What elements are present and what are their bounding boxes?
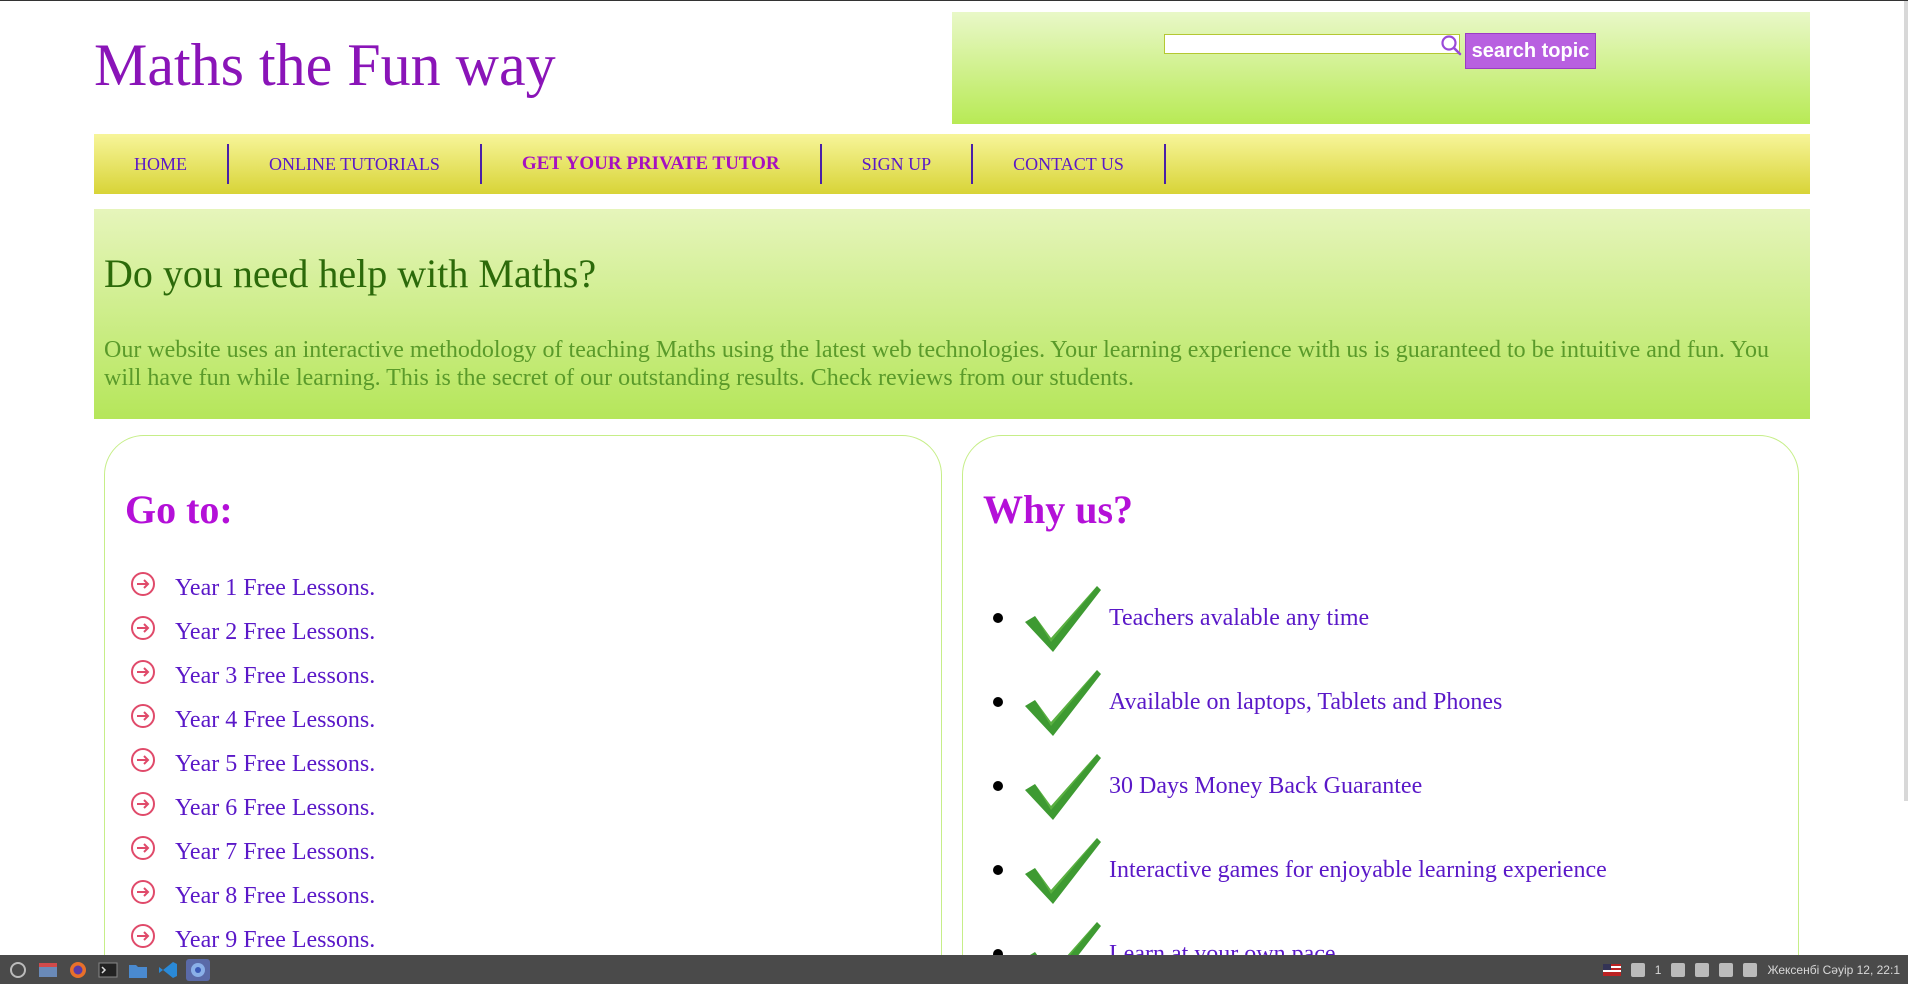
lesson-link-year-2[interactable]: Year 2 Free Lessons. <box>129 610 375 654</box>
system-tray: 1 Жексенбі Сәуір 12, 22:1 <box>1602 955 1900 984</box>
why-us-label: Teachers avalable any time <box>1109 604 1370 631</box>
web-page: Maths the Fun way search topic HOME ONLI… <box>0 1 1908 955</box>
lesson-label[interactable]: Year 3 Free Lessons. <box>175 663 375 690</box>
circle-arrow-icon <box>131 748 155 772</box>
lesson-label[interactable]: Year 7 Free Lessons. <box>175 839 375 866</box>
circle-arrow-icon <box>131 880 155 904</box>
nav-private-tutor[interactable]: GET YOUR PRIVATE TUTOR <box>482 144 822 184</box>
chromium-icon[interactable] <box>186 958 210 981</box>
why-us-heading: Why us? <box>983 487 1134 532</box>
lesson-link-year-1[interactable]: Year 1 Free Lessons. <box>129 566 375 610</box>
circle-arrow-icon <box>131 836 155 860</box>
main-nav: HOME ONLINE TUTORIALS GET YOUR PRIVATE T… <box>94 134 1810 194</box>
why-us-label: 30 Days Money Back Guarantee <box>1109 772 1423 799</box>
lesson-link-year-7[interactable]: Year 7 Free Lessons. <box>129 830 375 874</box>
lesson-link-year-6[interactable]: Year 6 Free Lessons. <box>129 786 375 830</box>
circle-arrow-icon <box>131 572 155 596</box>
checkmark-icon <box>1025 670 1101 736</box>
nav-contact-us[interactable]: CONTACT US <box>973 144 1166 184</box>
why-us-label: Available on laptops, Tablets and Phones <box>1109 688 1503 715</box>
flag-icon[interactable] <box>1602 963 1621 976</box>
lesson-label[interactable]: Year 4 Free Lessons. <box>175 707 375 734</box>
why-us-item: Interactive games for enjoyable learning… <box>993 828 1607 912</box>
lesson-link-year-5[interactable]: Year 5 Free Lessons. <box>129 742 375 786</box>
bullet <box>993 697 1003 707</box>
why-us-item: Learn at your own pace <box>993 912 1607 955</box>
banner-text: Our website uses an interactive methodol… <box>104 337 1769 391</box>
terminal-icon[interactable] <box>96 959 120 981</box>
intro-banner: Do you need help with Maths? Our website… <box>94 209 1810 419</box>
why-us-label: Interactive games for enjoyable learning… <box>1109 856 1607 883</box>
lesson-link-year-9[interactable]: Year 9 Free Lessons. <box>129 918 375 955</box>
page-scrollbar[interactable] <box>1904 1 1908 801</box>
search-panel: search topic <box>952 12 1810 124</box>
goto-panel: Go to: Year 1 Free Lessons. Year 2 Free … <box>104 435 942 955</box>
checkmark-icon <box>1025 586 1101 652</box>
lesson-label[interactable]: Year 1 Free Lessons. <box>175 575 375 602</box>
lesson-link-year-3[interactable]: Year 3 Free Lessons. <box>129 654 375 698</box>
device-icon[interactable] <box>1671 962 1686 977</box>
banner-heading: Do you need help with Maths? <box>104 251 597 296</box>
lesson-label[interactable]: Year 2 Free Lessons. <box>175 619 375 646</box>
checkmark-icon <box>1030 922 1101 955</box>
lesson-link-year-8[interactable]: Year 8 Free Lessons. <box>129 874 375 918</box>
files-icon[interactable] <box>36 959 60 981</box>
wifi-icon[interactable] <box>1695 962 1710 977</box>
circle-arrow-icon <box>131 616 155 640</box>
taskbar: 1 Жексенбі Сәуір 12, 22:1 <box>0 955 1908 984</box>
bullet <box>993 781 1003 791</box>
search-topic-button[interactable]: search topic <box>1465 33 1596 69</box>
lesson-link-year-4[interactable]: Year 4 Free Lessons. <box>129 698 375 742</box>
lesson-label[interactable]: Year 6 Free Lessons. <box>175 795 375 822</box>
circle-arrow-icon <box>131 924 155 948</box>
lesson-label[interactable]: Year 5 Free Lessons. <box>175 751 375 778</box>
nav-sign-up[interactable]: SIGN UP <box>822 144 974 184</box>
lesson-label[interactable]: Year 9 Free Lessons. <box>175 927 375 954</box>
bullet <box>993 865 1003 875</box>
music-icon[interactable] <box>1719 962 1734 977</box>
circle-arrow-icon <box>131 792 155 816</box>
menu-icon[interactable] <box>6 959 30 981</box>
why-us-panel: Why us? Teachers avalable any time Avail… <box>962 435 1799 955</box>
why-us-list: Teachers avalable any time Available on … <box>993 576 1607 955</box>
why-us-item: Available on laptops, Tablets and Phones <box>993 660 1607 744</box>
search-input[interactable] <box>1164 34 1460 54</box>
folder-icon[interactable] <box>126 959 150 981</box>
checkmark-icon <box>1025 754 1101 820</box>
goto-heading: Go to: <box>125 487 233 532</box>
nav-online-tutorials[interactable]: ONLINE TUTORIALS <box>229 144 482 184</box>
firefox-icon[interactable] <box>66 959 90 981</box>
circle-arrow-icon <box>131 704 155 728</box>
circle-arrow-icon <box>131 660 155 684</box>
lesson-list: Year 1 Free Lessons. Year 2 Free Lessons… <box>129 566 375 955</box>
clock[interactable]: Жексенбі Сәуір 12, 22:1 <box>1767 963 1900 977</box>
why-us-item: Teachers avalable any time <box>993 576 1607 660</box>
notification-icon[interactable] <box>1630 962 1645 977</box>
why-us-item: 30 Days Money Back Guarantee <box>993 744 1607 828</box>
site-title: Maths the Fun way <box>94 32 556 98</box>
bullet <box>993 613 1003 623</box>
lesson-label[interactable]: Year 8 Free Lessons. <box>175 883 375 910</box>
why-us-label: Learn at your own pace <box>1109 940 1336 956</box>
battery-icon[interactable] <box>1743 962 1758 977</box>
vscode-icon[interactable] <box>156 959 180 981</box>
workspace-number: 1 <box>1654 962 1662 977</box>
nav-home[interactable]: HOME <box>94 144 229 184</box>
checkmark-icon <box>1025 838 1101 904</box>
search-icon[interactable] <box>1440 34 1462 56</box>
